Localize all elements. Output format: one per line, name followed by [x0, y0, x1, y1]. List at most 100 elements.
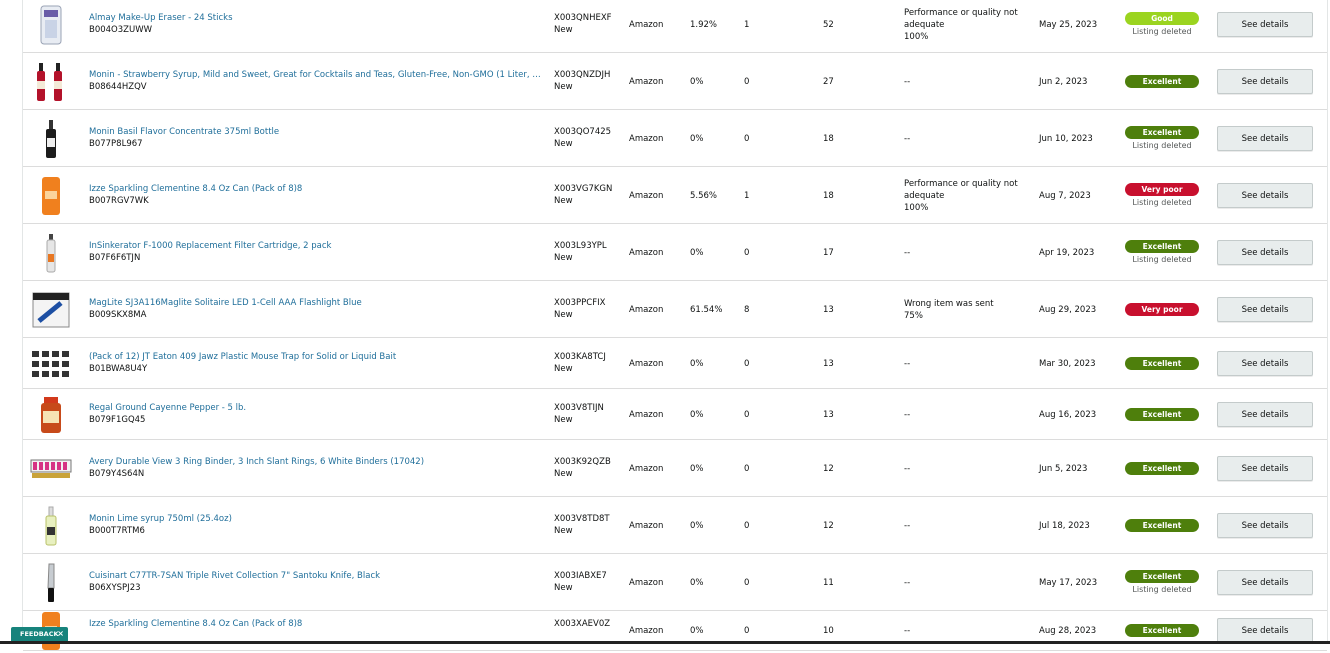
listing-health-cell: Excellent Listing deleted — [1125, 240, 1199, 266]
right-border — [1327, 0, 1328, 644]
see-details-button[interactable]: See details — [1217, 240, 1313, 265]
units-sold-cell: 13 — [823, 359, 834, 369]
channel-cell: Amazon — [629, 578, 664, 588]
listing-health-cell: Good Listing deleted — [1125, 12, 1199, 38]
units-returned-cell: 0 — [744, 134, 750, 144]
condition-value: New — [554, 469, 573, 479]
reason-text: 100% — [904, 203, 929, 213]
see-details-button[interactable]: See details — [1217, 402, 1313, 427]
units-returned-cell: 8 — [744, 305, 750, 315]
see-details-button[interactable]: See details — [1217, 351, 1313, 376]
spice-jar-icon[interactable] — [29, 393, 73, 437]
stick-pack-icon[interactable] — [29, 3, 73, 47]
dark-bottle-icon[interactable] — [29, 117, 73, 161]
product-title-link[interactable]: Izze Sparkling Clementine 8.4 Oz Can (Pa… — [89, 183, 544, 195]
units-returned-cell: 0 — [744, 626, 750, 636]
reason-text: -- — [904, 359, 911, 369]
knife-icon[interactable] — [29, 561, 73, 605]
return-reason-cell: -- — [904, 247, 1024, 259]
see-details-button[interactable]: See details — [1217, 183, 1313, 208]
table-row: Monin - Strawberry Syrup, Mild and Sweet… — [23, 53, 1327, 110]
date-cell: May 25, 2023 — [1039, 20, 1098, 30]
table-row: Almay Make-Up Eraser - 24 Sticks B004O3ZU… — [23, 0, 1327, 53]
units-sold-cell: 12 — [823, 521, 834, 531]
see-details-button[interactable]: See details — [1217, 570, 1313, 595]
health-badge: Excellent — [1125, 357, 1199, 370]
units-returned-cell: 0 — [744, 578, 750, 588]
product-title-link[interactable]: Avery Durable View 3 Ring Binder, 3 Inch… — [89, 456, 544, 468]
return-reason-cell: -- — [904, 520, 1024, 532]
health-badge: Excellent — [1125, 462, 1199, 475]
channel-cell: Amazon — [629, 464, 664, 474]
return-rate-cell: 61.54% — [690, 305, 723, 315]
date-cell: Jun 10, 2023 — [1039, 134, 1093, 144]
binders-icon[interactable] — [29, 447, 73, 491]
close-icon[interactable]: × — [57, 627, 64, 641]
product-title-block: Avery Durable View 3 Ring Binder, 3 Inch… — [89, 456, 544, 480]
product-title-link[interactable]: Monin Lime syrup 750ml (25.4oz) — [89, 513, 544, 525]
date-cell: Aug 16, 2023 — [1039, 410, 1097, 420]
reason-text: Performance or quality not — [904, 8, 1018, 18]
see-details-button[interactable]: See details — [1217, 126, 1313, 151]
see-details-button[interactable]: See details — [1217, 12, 1313, 37]
condition-value: New — [554, 25, 573, 35]
health-badge: Very poor — [1125, 183, 1199, 196]
listing-health-cell: Excellent — [1125, 624, 1199, 637]
product-asin: B009SKX8MA — [89, 310, 147, 320]
channel-cell: Amazon — [629, 134, 664, 144]
flashlight-box-icon[interactable] — [29, 288, 73, 332]
see-details-button[interactable]: See details — [1217, 618, 1313, 643]
see-details-button[interactable]: See details — [1217, 513, 1313, 538]
reason-text: -- — [904, 521, 911, 531]
see-details-button[interactable]: See details — [1217, 69, 1313, 94]
units-sold-cell: 13 — [823, 305, 834, 315]
listing-health-cell: Excellent — [1125, 357, 1199, 370]
date-cell: Aug 7, 2023 — [1039, 191, 1091, 201]
fnsku-cell: X003L93YPL New — [554, 240, 607, 264]
fnsku-cell: X003PPCFIX New — [554, 297, 605, 321]
filter-icon[interactable] — [29, 231, 73, 275]
product-asin: B06XYSPJ23 — [89, 583, 141, 593]
units-sold-cell: 10 — [823, 626, 834, 636]
return-rate-cell: 0% — [690, 464, 704, 474]
reason-text: adequate — [904, 20, 945, 30]
product-asin: B01BWA8U4Y — [89, 364, 148, 374]
fnsku-value: X003V8TD8T — [554, 514, 610, 524]
condition-value: New — [554, 415, 573, 425]
fnsku-cell: X003QNZDJH New — [554, 69, 610, 93]
date-cell: Jun 5, 2023 — [1039, 464, 1088, 474]
table-row: Monin Lime syrup 750ml (25.4oz) B000T7RTM… — [23, 497, 1327, 554]
product-title-link[interactable]: Regal Ground Cayenne Pepper - 5 lb. — [89, 402, 544, 414]
product-title-link[interactable]: Cuisinart C77TR-7SAN Triple Rivet Collec… — [89, 570, 544, 582]
product-title-link[interactable]: Monin - Strawberry Syrup, Mild and Sweet… — [89, 69, 544, 81]
units-returned-cell: 0 — [744, 248, 750, 258]
traps-icon[interactable] — [29, 342, 73, 386]
product-title-block: Monin Lime syrup 750ml (25.4oz) B000T7RTM… — [89, 513, 544, 537]
product-title-link[interactable]: Izze Sparkling Clementine 8.4 Oz Can (Pa… — [89, 618, 544, 630]
reason-text: adequate — [904, 191, 945, 201]
product-asin: B077P8L967 — [89, 139, 143, 149]
product-title-link[interactable]: (Pack of 12) JT Eaton 409 Jawz Plastic M… — [89, 351, 544, 363]
listing-health-cell: Very poor Listing deleted — [1125, 183, 1199, 209]
condition-value: New — [554, 583, 573, 593]
two-bottles-icon[interactable] — [29, 60, 73, 104]
condition-value: New — [554, 364, 573, 374]
product-title-link[interactable]: InSinkerator F-1000 Replacement Filter C… — [89, 240, 544, 252]
product-title-link[interactable]: Monin Basil Flavor Concentrate 375ml Bot… — [89, 126, 544, 138]
orange-can-icon[interactable] — [29, 174, 73, 218]
units-sold-cell: 12 — [823, 464, 834, 474]
table-row: Izze Sparkling Clementine 8.4 Oz Can (Pa… — [23, 611, 1327, 651]
product-title-link[interactable]: MagLite SJ3A116Maglite Solitaire LED 1-C… — [89, 297, 544, 309]
date-cell: Apr 19, 2023 — [1039, 248, 1095, 258]
product-title-block: Almay Make-Up Eraser - 24 Sticks B004O3ZU… — [89, 12, 544, 36]
see-details-button[interactable]: See details — [1217, 456, 1313, 481]
listing-status: Listing deleted — [1132, 585, 1192, 594]
lime-bottle-icon[interactable] — [29, 504, 73, 548]
see-details-button[interactable]: See details — [1217, 297, 1313, 322]
date-cell: Mar 30, 2023 — [1039, 359, 1096, 369]
product-title-link[interactable]: Almay Make-Up Eraser - 24 Sticks — [89, 12, 544, 24]
return-reason-cell: -- — [904, 133, 1024, 145]
listing-health-cell: Excellent Listing deleted — [1125, 570, 1199, 596]
feedback-button[interactable]: FEEDBACK × — [11, 627, 68, 641]
channel-cell: Amazon — [629, 248, 664, 258]
